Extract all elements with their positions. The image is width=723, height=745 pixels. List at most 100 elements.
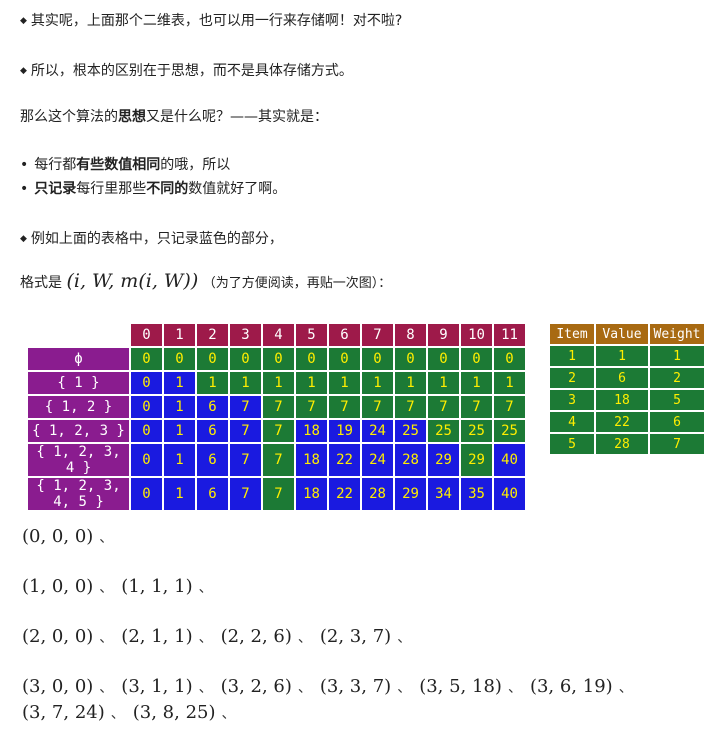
sequence-separator: 、 (397, 680, 412, 696)
sequence-line: (1, 0, 0) 、 (1, 1, 1) 、 (22, 576, 221, 597)
dp-cell: 0 (131, 444, 162, 476)
paragraph-5-pre: 格式是 (20, 275, 62, 291)
sequence-separator: 、 (99, 580, 114, 596)
dp-cell: 0 (395, 348, 426, 370)
sequence-separator: 、 (618, 680, 633, 696)
dp-cell: 1 (329, 372, 360, 394)
sequence-tuple: (3, 3, 7) (319, 676, 392, 697)
dp-cell: 1 (494, 372, 525, 394)
sequence-line: (3, 7, 24) 、 (3, 8, 25) 、 (22, 702, 244, 723)
items-cell: 1 (550, 346, 594, 366)
sequence-tuple: (2, 2, 6) (220, 626, 292, 647)
dp-cell: 7 (230, 444, 261, 476)
sequence-tuple: (1, 1, 1) (121, 576, 193, 597)
li1-pre: 每行都 (34, 157, 77, 173)
dp-row-header: ϕ (28, 348, 129, 370)
items-cell: 5 (550, 434, 594, 454)
dp-column-header: 10 (461, 324, 492, 346)
dp-cell: 35 (461, 478, 492, 510)
paragraph-1-text: 其实呢，上面那个二维表，也可以用一行来存储啊！对不啦? (30, 13, 403, 29)
dp-cell: 1 (197, 372, 228, 394)
li1-post: 的哦，所以 (160, 157, 231, 173)
dot-bullet-icon: • (20, 181, 29, 197)
items-column-header: Item (550, 324, 594, 344)
items-cell: 28 (596, 434, 648, 454)
sequence-separator: 、 (99, 530, 114, 546)
dp-column-header: 5 (296, 324, 327, 346)
dp-cell: 25 (395, 420, 426, 442)
paragraph-3: 那么这个算法的思想又是什么呢？——其实就是： (20, 106, 328, 126)
sequence-tuple: (3, 0, 0) (22, 676, 94, 697)
sequence-separator: 、 (507, 680, 522, 696)
sequence-separator: 、 (221, 706, 236, 722)
dp-cell: 29 (461, 444, 492, 476)
sequence-tuple: (3, 8, 25) (132, 702, 216, 723)
dp-cell: 1 (362, 372, 393, 394)
dp-cell: 0 (197, 348, 228, 370)
sequence-line: (0, 0, 0) 、 (22, 526, 121, 547)
diamond-bullet-icon: ◆ (20, 234, 27, 244)
items-cell: 4 (550, 412, 594, 432)
paragraph-4: ◆ 例如上面的表格中，只记录蓝色的部分， (20, 228, 283, 248)
paragraph-3-bold: 思想 (118, 109, 146, 125)
dp-cell: 0 (131, 478, 162, 510)
items-column-header: Weight (650, 324, 704, 344)
paragraph-3-post: 又是什么呢？——其实就是： (146, 109, 328, 125)
table-row: 262 (550, 368, 704, 388)
paragraph-4-text: 例如上面的表格中，只记录蓝色的部分， (30, 231, 283, 247)
dp-cell: 6 (197, 478, 228, 510)
table-row: { 1, 2, 3, 4 } 0 1 6 7 7 18 22 24 28 29 29 40 (28, 444, 525, 476)
dp-cell: 1 (164, 478, 195, 510)
list-item-2: • 只记录每行里那些不同的数值就好了啊。 (20, 178, 286, 198)
sequence-tuple: (3, 7, 24) (22, 702, 105, 723)
sequence-line: (3, 0, 0) 、 (3, 1, 1) 、 (3, 2, 6) 、 (3, 3, 7) 、… (22, 676, 641, 697)
dp-cell: 18 (296, 478, 327, 510)
dp-row-header: { 1, 2, 3, 4 } (28, 444, 129, 476)
dp-cell: 22 (329, 444, 360, 476)
dp-cell: 1 (164, 396, 195, 418)
dp-column-header: 3 (230, 324, 261, 346)
li2-bold1: 只记录 (34, 181, 77, 197)
sequence-tuple: (0, 0, 0) (22, 526, 94, 547)
dp-cell: 1 (395, 372, 426, 394)
dp-cell: 7 (263, 478, 294, 510)
table-row: ϕ000000000000 (28, 348, 525, 370)
dp-column-header: 9 (428, 324, 459, 346)
dp-column-header: 0 (131, 324, 162, 346)
dp-cell: 0 (362, 348, 393, 370)
dp-cell: 0 (131, 396, 162, 418)
sequence-tuple: (1, 0, 0) (22, 576, 94, 597)
dp-row-header: { 1, 2 } (28, 396, 129, 418)
dp-cell: 1 (428, 372, 459, 394)
dp-cell: 0 (461, 348, 492, 370)
table-row: { 1, 2 } 0 1 6 7 7 7 7 7 7 7 7 7 (28, 396, 525, 418)
list-item-1: • 每行都有些数值相同的哦，所以 (20, 154, 230, 174)
dp-column-header: 2 (197, 324, 228, 346)
sequence-separator: 、 (198, 580, 213, 596)
paragraph-5: 格式是 (i, W, m(i, W)) （为了方便阅读，再贴一次图）： (20, 270, 391, 292)
format-formula: (i, W, m(i, W)) (66, 270, 199, 292)
dp-cell: 7 (263, 420, 294, 442)
table-row: { 1 } 0 1 1 1 1 1 1 1 1 1 1 1 (28, 372, 525, 394)
dp-cell: 0 (329, 348, 360, 370)
sequence-tuple: (2, 3, 7) (319, 626, 392, 647)
dp-cell: 25 (428, 420, 459, 442)
dp-cell: 1 (230, 372, 261, 394)
dp-column-header: 4 (263, 324, 294, 346)
dp-cell: 24 (362, 444, 393, 476)
dp-cell: 1 (164, 420, 195, 442)
sequence-separator: 、 (397, 630, 412, 646)
items-column-header: Value (596, 324, 648, 344)
sequence-separator: 、 (297, 680, 312, 696)
sequence-separator: 、 (110, 706, 125, 722)
dp-cell: 40 (494, 478, 525, 510)
dp-column-header: 1 (164, 324, 195, 346)
dp-cell: 18 (296, 444, 327, 476)
sequence-separator: 、 (99, 630, 114, 646)
dp-row-header: { 1, 2, 3 } (28, 420, 129, 442)
dp-cell: 0 (230, 348, 261, 370)
paragraph-3-pre: 那么这个算法的 (20, 109, 118, 125)
sequence-separator: 、 (297, 630, 312, 646)
items-cell: 22 (596, 412, 648, 432)
dp-table: 0 1 2 3 4 5 6 7 8 9 10 11 ϕ 0 0 0 0 0 0 0 0 0 0 0 0{ 1 } 0 1 1 1 1 1 1 1… (26, 322, 527, 512)
